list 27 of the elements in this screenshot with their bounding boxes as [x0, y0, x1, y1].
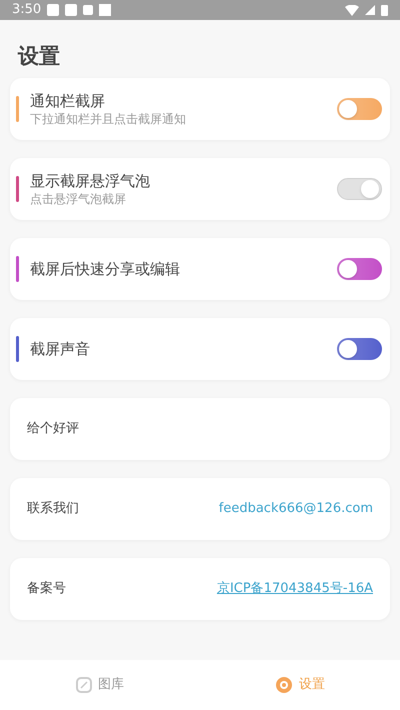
setting-title: 显示截屏悬浮气泡 [30, 171, 151, 191]
page-title: 设置 [16, 43, 61, 70]
link-value[interactable]: feedback666@126.com [218, 499, 373, 519]
toggle-switch[interactable] [337, 98, 382, 120]
link-card[interactable]: 给个好评 [10, 398, 390, 460]
link-label: 联系我们 [27, 500, 79, 518]
status-time: 3:50 [12, 1, 42, 20]
toggle-switch[interactable] [337, 258, 382, 280]
image-icon [76, 677, 92, 693]
battery-icon [381, 4, 388, 16]
link-label: 给个好评 [27, 420, 79, 438]
setting-subtitle: 点击悬浮气泡截屏 [30, 191, 127, 207]
signal-icon [365, 5, 375, 15]
nav-tab[interactable]: 设置 [200, 660, 400, 710]
setting-title: 截屏后快速分享或编辑 [30, 259, 181, 279]
link-label: 备案号 [27, 580, 66, 598]
setting-title: 通知栏截屏 [30, 91, 106, 111]
target-icon [275, 676, 293, 694]
toggle-switch[interactable] [337, 178, 382, 200]
link-card[interactable]: 联系我们 feedback666@126.com [10, 478, 390, 540]
link-card[interactable]: 备案号 京ICP备17043845号-16A [10, 558, 390, 620]
wifi-icon [345, 4, 359, 16]
link-value[interactable]: 京ICP备17043845号-16A [216, 579, 373, 599]
setting-subtitle: 下拉通知栏并且点击截屏通知 [30, 111, 187, 127]
toggle-switch[interactable] [337, 338, 382, 360]
nav-tab[interactable]: 图库 [0, 660, 200, 710]
setting-title: 截屏声音 [30, 339, 91, 359]
